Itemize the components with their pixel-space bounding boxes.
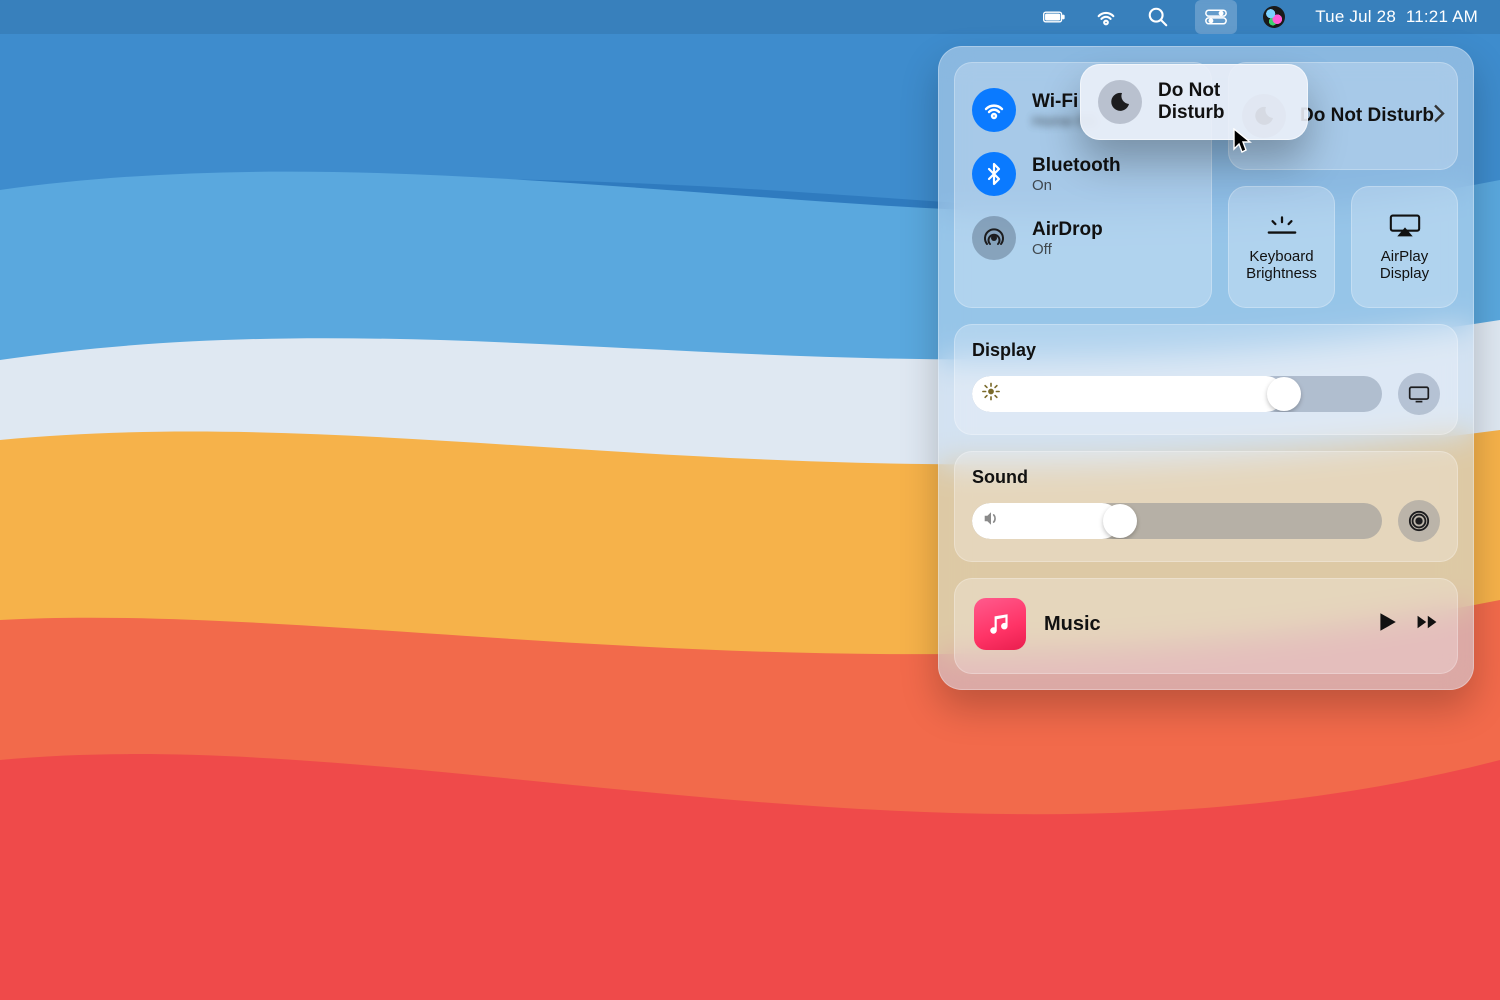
bluetooth-toggle-icon xyxy=(972,152,1016,196)
display-brightness-slider[interactable] xyxy=(972,376,1382,412)
bluetooth-toggle[interactable]: Bluetooth On xyxy=(972,144,1194,204)
battery-icon[interactable] xyxy=(1039,0,1069,34)
wifi-icon[interactable] xyxy=(1091,0,1121,34)
siri-icon[interactable] xyxy=(1259,0,1289,34)
airdrop-status: Off xyxy=(1032,241,1103,258)
bluetooth-status: On xyxy=(1032,177,1121,194)
control-center-icon[interactable] xyxy=(1195,0,1237,34)
play-button[interactable] xyxy=(1376,611,1398,638)
moon-icon xyxy=(1098,80,1142,124)
display-heading: Display xyxy=(972,340,1440,361)
sound-heading: Sound xyxy=(972,467,1440,488)
airdrop-label: AirDrop xyxy=(1032,219,1103,241)
music-artwork[interactable] xyxy=(974,598,1026,650)
now-playing-section: Music xyxy=(954,578,1458,674)
music-title: Music xyxy=(1044,613,1358,636)
keyboard-brightness-icon xyxy=(1265,212,1299,238)
display-section: Display xyxy=(954,324,1458,435)
airplay-display-tile[interactable]: AirPlayDisplay xyxy=(1351,186,1458,308)
cursor-icon xyxy=(1232,128,1254,161)
menubar-clock[interactable]: Tue Jul 28 11:21 AM xyxy=(1311,0,1482,34)
wifi-toggle-icon xyxy=(972,88,1016,132)
airplay-icon xyxy=(1388,212,1422,238)
airdrop-toggle[interactable]: AirDrop Off xyxy=(972,208,1194,268)
bluetooth-label: Bluetooth xyxy=(1032,155,1121,177)
keyboard-brightness-label-1: Keyboard xyxy=(1249,248,1313,265)
menubar: Tue Jul 28 11:21 AM xyxy=(0,0,1500,34)
airplay-label-1: AirPlay xyxy=(1381,248,1429,265)
dnd-label: Do Not Disturb xyxy=(1300,105,1434,127)
dnd-drag-chip[interactable]: Do Not Disturb xyxy=(1080,64,1308,140)
menubar-time: 11:21 AM xyxy=(1406,7,1478,27)
sound-volume-slider[interactable] xyxy=(972,503,1382,539)
airdrop-toggle-icon xyxy=(972,216,1016,260)
chevron-right-icon[interactable] xyxy=(1432,104,1446,129)
airplay-label-2: Display xyxy=(1380,265,1429,282)
spotlight-icon[interactable] xyxy=(1143,0,1173,34)
keyboard-brightness-label-2: Brightness xyxy=(1246,265,1317,282)
control-center-panel: Wi-Fi Home-5G Bluetooth On AirDrop xyxy=(938,46,1474,690)
dnd-drag-label: Do Not Disturb xyxy=(1158,80,1290,124)
sound-section: Sound xyxy=(954,451,1458,562)
display-options-button[interactable] xyxy=(1398,373,1440,415)
fast-forward-button[interactable] xyxy=(1416,611,1438,638)
sound-output-button[interactable] xyxy=(1398,500,1440,542)
keyboard-brightness-tile[interactable]: KeyboardBrightness xyxy=(1228,186,1335,308)
menubar-date: Tue Jul 28 xyxy=(1315,7,1396,27)
speaker-icon xyxy=(982,510,1000,533)
sun-icon xyxy=(982,383,1000,406)
